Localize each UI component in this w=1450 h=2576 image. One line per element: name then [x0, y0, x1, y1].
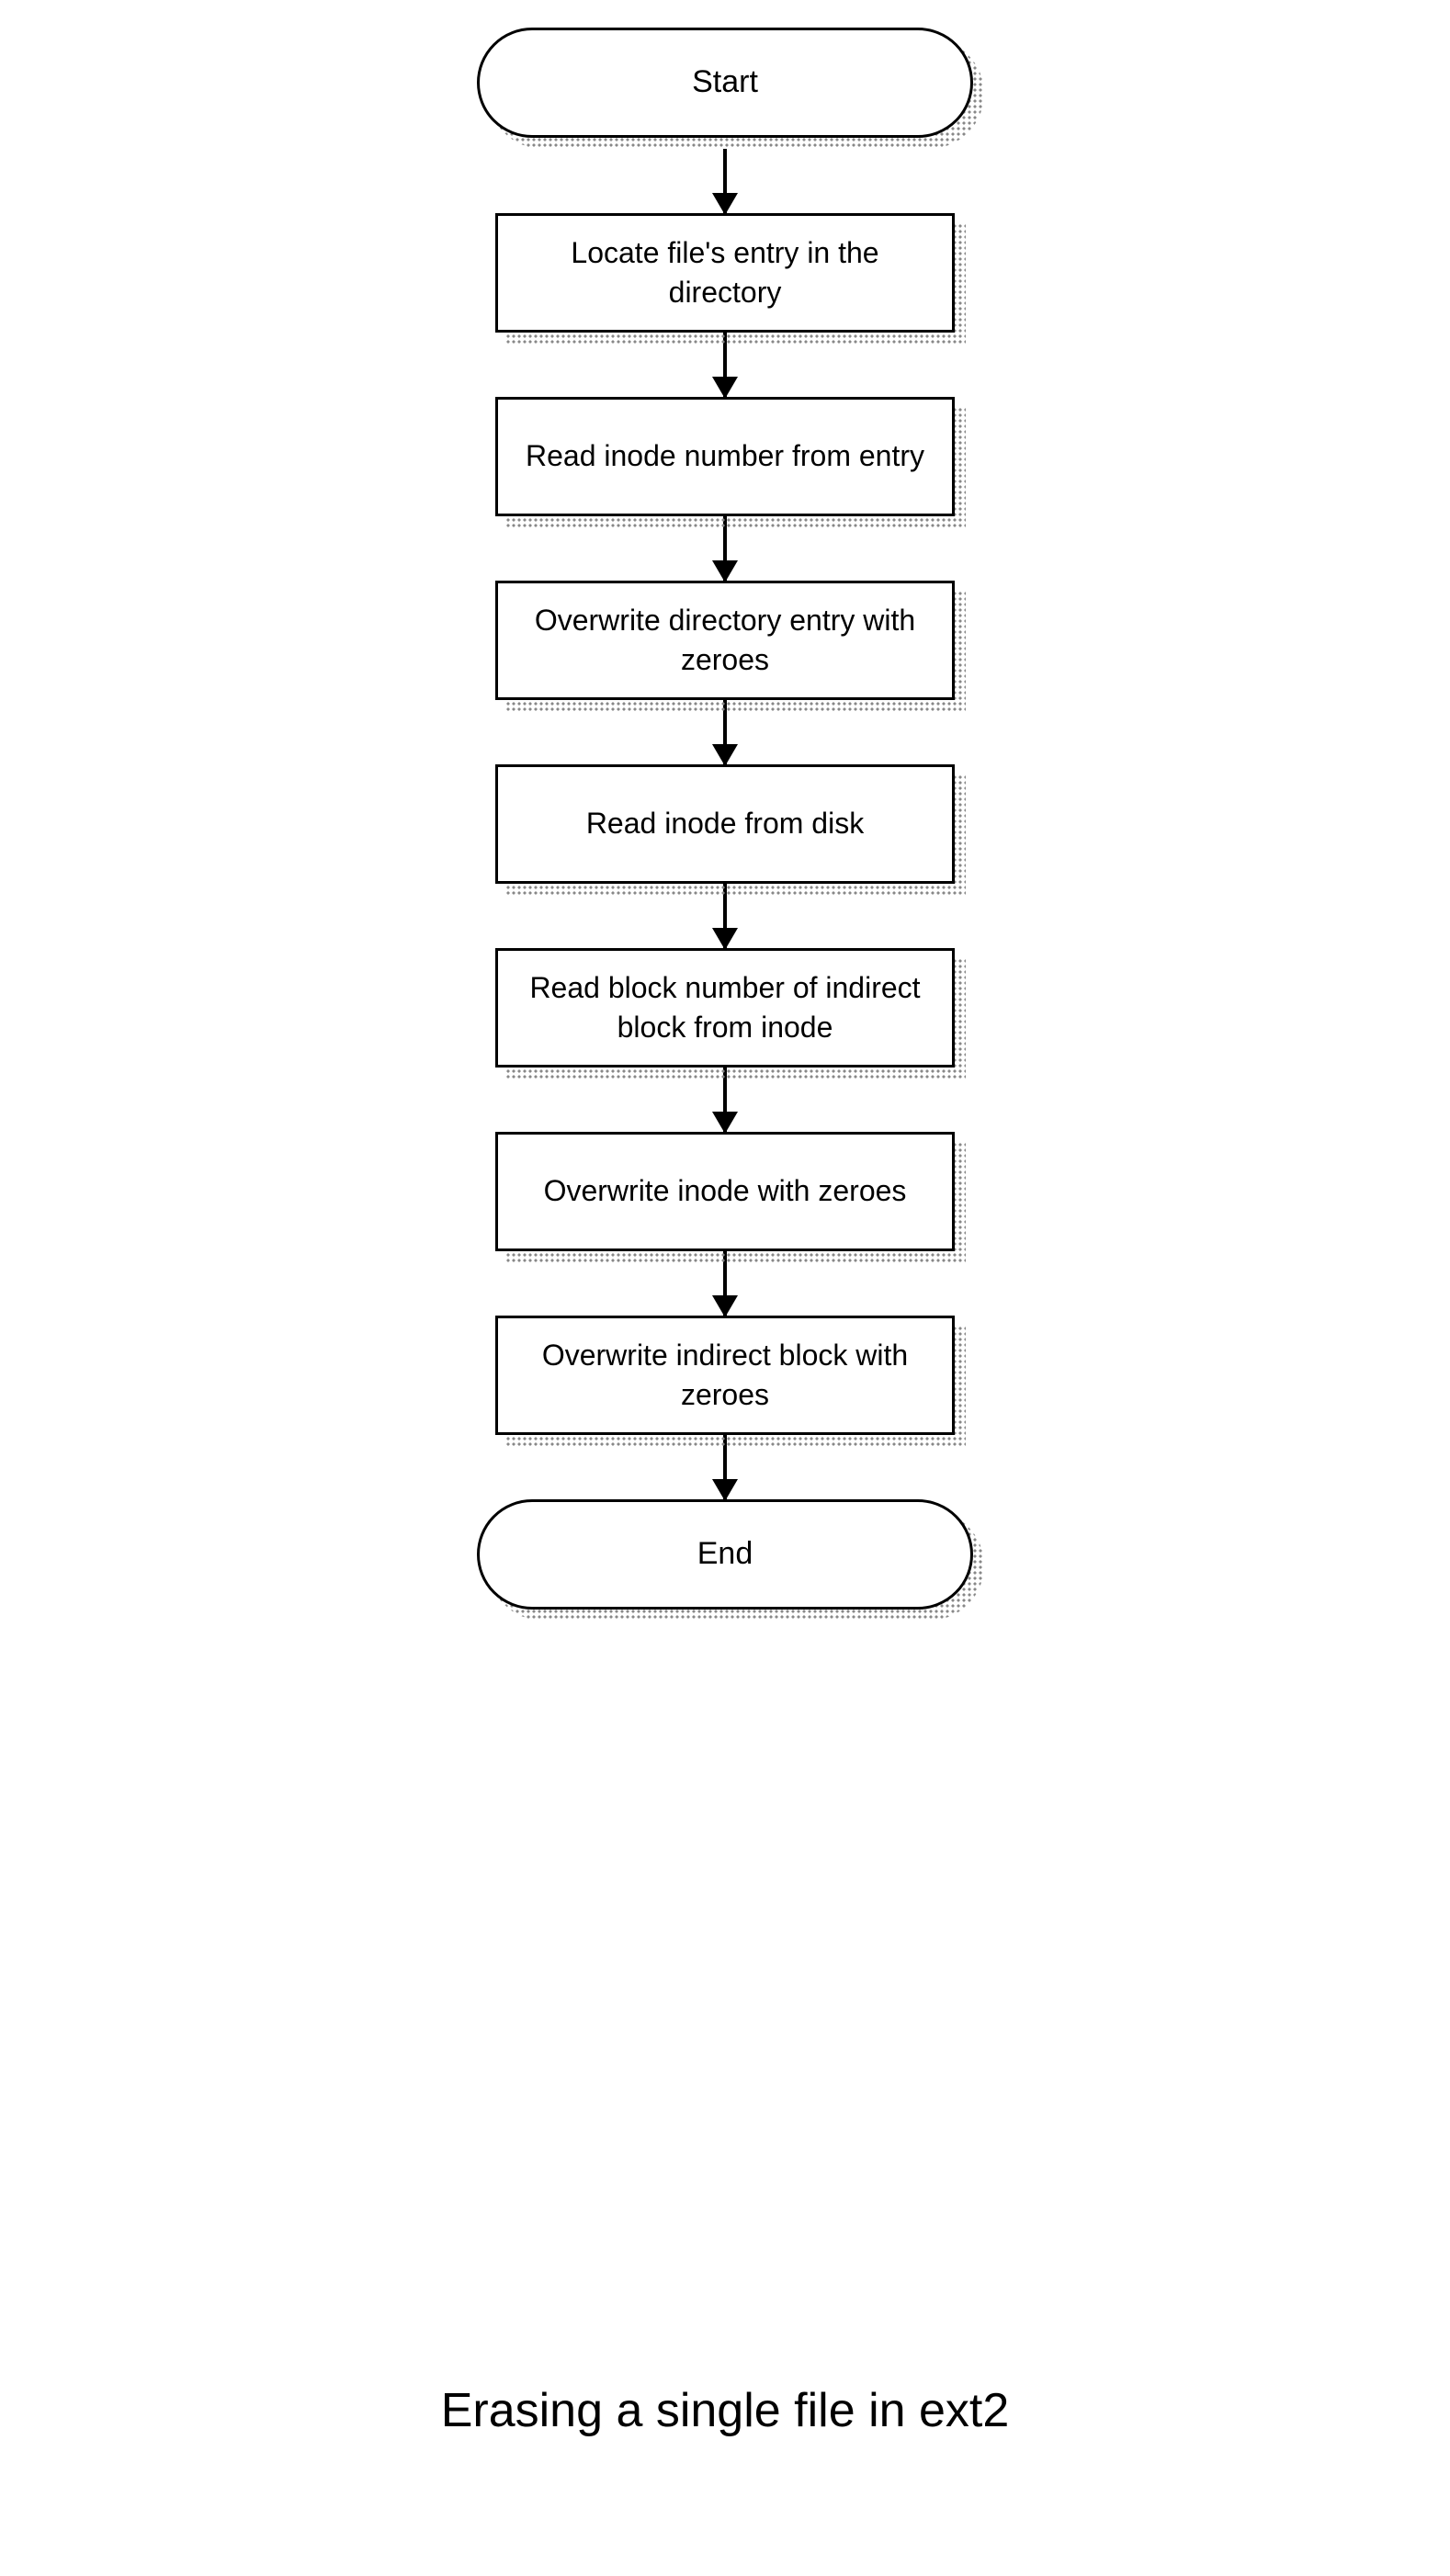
process-box: Read block number of indirect block from…	[495, 948, 955, 1068]
node-label: Overwrite directory entry with zeroes	[526, 601, 924, 680]
terminator-end: End	[477, 1499, 973, 1610]
process-node-overwrite-entry: Overwrite directory entry with zeroes	[495, 581, 955, 700]
terminator-start: Start	[477, 28, 973, 138]
node-label: End	[697, 1533, 753, 1576]
process-box: Read inode from disk	[495, 764, 955, 884]
process-node-locate: Locate file's entry in the directory	[495, 213, 955, 333]
node-label: Read inode from disk	[586, 804, 864, 843]
process-box: Overwrite directory entry with zeroes	[495, 581, 955, 700]
process-node-read-inode-disk: Read inode from disk	[495, 764, 955, 884]
process-box: Read inode number from entry	[495, 397, 955, 516]
node-label: Read inode number from entry	[526, 436, 924, 476]
diagram-caption: Erasing a single file in ext2	[441, 2383, 1010, 2438]
process-node-overwrite-inode: Overwrite inode with zeroes	[495, 1132, 955, 1251]
process-node-read-block-number: Read block number of indirect block from…	[495, 948, 955, 1068]
process-box: Overwrite indirect block with zeroes	[495, 1316, 955, 1435]
end-node: End	[477, 1499, 973, 1610]
flow-arrow	[723, 149, 727, 213]
flowchart-container: Start Locate file's entry in the directo…	[477, 28, 973, 1610]
process-box: Overwrite inode with zeroes	[495, 1132, 955, 1251]
start-node: Start	[477, 28, 973, 138]
node-label: Start	[692, 62, 758, 104]
process-node-read-inode-number: Read inode number from entry	[495, 397, 955, 516]
process-node-overwrite-indirect: Overwrite indirect block with zeroes	[495, 1316, 955, 1435]
node-label: Overwrite indirect block with zeroes	[526, 1336, 924, 1415]
process-box: Locate file's entry in the directory	[495, 213, 955, 333]
node-label: Read block number of indirect block from…	[526, 968, 924, 1047]
node-label: Locate file's entry in the directory	[526, 233, 924, 312]
node-label: Overwrite inode with zeroes	[544, 1171, 907, 1211]
